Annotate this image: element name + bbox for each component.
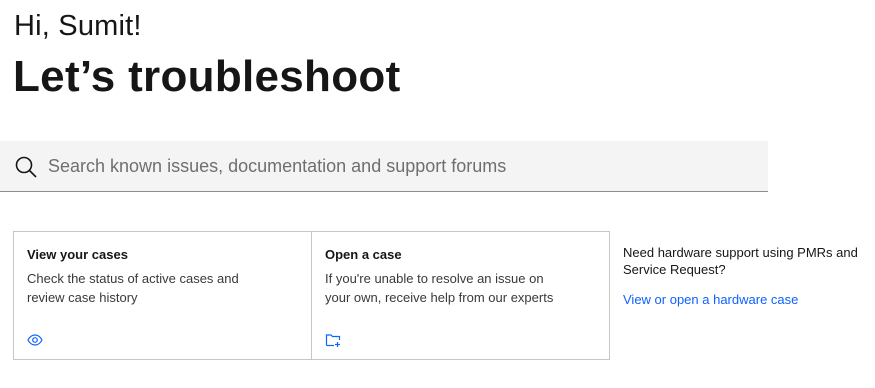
hardware-case-link[interactable]: View or open a hardware case — [623, 291, 798, 308]
hardware-support-text: Need hardware support using PMRs and Ser… — [623, 245, 858, 277]
card-title: View your cases — [27, 247, 128, 262]
search-bar[interactable] — [0, 141, 768, 192]
card-description: Check the status of active cases and rev… — [27, 271, 239, 305]
troubleshoot-page: Hi, Sumit! Let’s troubleshoot View your … — [0, 0, 875, 388]
search-input[interactable] — [48, 141, 748, 191]
open-case-card[interactable]: Open a case If you're unable to resolve … — [311, 231, 610, 360]
page-title: Let’s troubleshoot — [13, 52, 401, 101]
view-cases-card[interactable]: View your cases Check the status of acti… — [13, 231, 313, 360]
card-title: Open a case — [325, 247, 402, 262]
folder-add-icon — [325, 334, 341, 347]
search-icon — [15, 156, 37, 178]
eye-icon — [27, 334, 43, 346]
card-description: If you're unable to resolve an issue on … — [325, 271, 554, 305]
greeting-text: Hi, Sumit! — [14, 10, 142, 42]
